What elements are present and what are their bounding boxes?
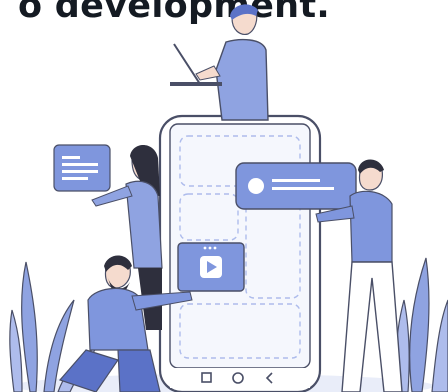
- video-card[interactable]: [177, 242, 245, 292]
- chat-bubble-right: [235, 162, 357, 210]
- plant-right: [395, 257, 448, 392]
- message-card-left: [53, 144, 111, 192]
- dots-icon: [203, 246, 207, 250]
- illustration-scene: [9, 4, 448, 392]
- person-with-laptop: [170, 4, 269, 121]
